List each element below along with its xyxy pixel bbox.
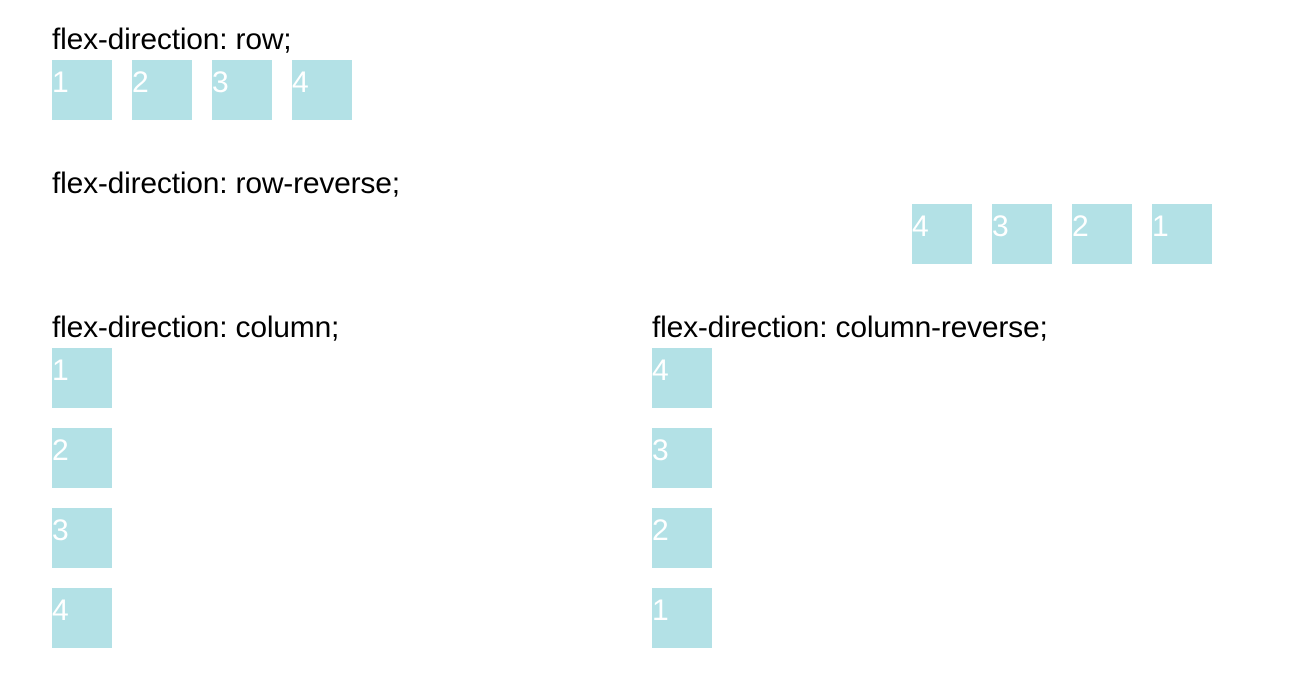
row-demo-container: 1 2 3 4 <box>52 60 352 120</box>
row-reverse-demo-box: 3 <box>992 204 1052 264</box>
column-reverse-demo-box: 3 <box>652 428 712 488</box>
column-demo-label: flex-direction: column; <box>52 311 340 344</box>
row-demo-box: 3 <box>212 60 272 120</box>
row-demo-box: 4 <box>292 60 352 120</box>
column-reverse-demo-box: 2 <box>652 508 712 568</box>
column-reverse-demo-container: 1 2 3 4 <box>652 348 712 648</box>
column-demo-box: 2 <box>52 428 112 488</box>
column-reverse-demo-label: flex-direction: column-reverse; <box>652 311 1048 344</box>
row-reverse-demo-box: 4 <box>912 204 972 264</box>
column-reverse-demo-box: 4 <box>652 348 712 408</box>
column-demo-box: 3 <box>52 508 112 568</box>
column-demo-box: 1 <box>52 348 112 408</box>
row-reverse-demo-label: flex-direction: row-reverse; <box>52 167 400 200</box>
row-demo-box: 2 <box>132 60 192 120</box>
row-demo-box: 1 <box>52 60 112 120</box>
row-demo-label: flex-direction: row; <box>52 23 292 56</box>
row-reverse-demo-box: 1 <box>1152 204 1212 264</box>
column-reverse-demo-box: 1 <box>652 588 712 648</box>
row-reverse-demo-box: 2 <box>1072 204 1132 264</box>
row-reverse-demo-container: 1 2 3 4 <box>912 204 1212 264</box>
column-demo-container: 1 2 3 4 <box>52 348 112 648</box>
column-demo-box: 4 <box>52 588 112 648</box>
